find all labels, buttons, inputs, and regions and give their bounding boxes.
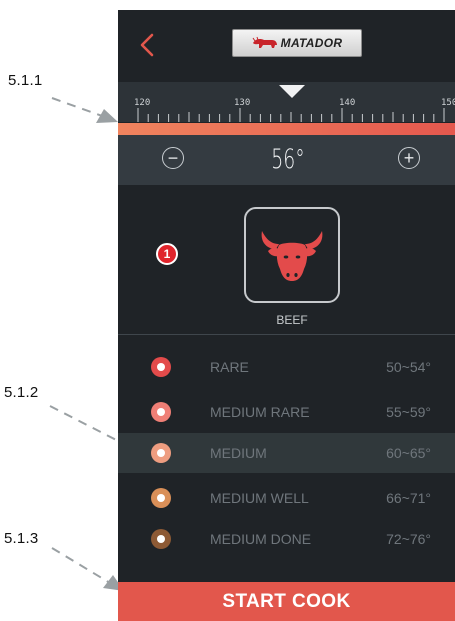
ruler-label-150: 150 [441, 98, 455, 108]
doneness-range: 55~59° [386, 404, 431, 420]
temperature-ruler[interactable] [118, 82, 455, 122]
increase-temp-button[interactable]: + [398, 147, 420, 169]
doneness-range: 50~54° [386, 359, 431, 375]
doneness-item[interactable]: MEDIUM WELL 66~71° [118, 478, 455, 518]
doneness-range: 72~76° [386, 531, 431, 547]
decrease-temp-button[interactable]: − [162, 147, 184, 169]
doneness-name: MEDIUM [210, 445, 267, 461]
doneness-name: MEDIUM WELL [210, 490, 309, 506]
brand-name: MATADOR [280, 36, 343, 50]
doneness-range: 60~65° [386, 445, 431, 461]
doneness-name: RARE [210, 359, 249, 375]
doneness-color-icon [151, 529, 171, 549]
phone-screen: MATADOR 120 130 140 150 − 56° + 1 BEEF R… [118, 10, 455, 621]
start-cook-button[interactable]: START COOK [118, 582, 455, 621]
brand-logo: MATADOR [232, 29, 362, 57]
doneness-item[interactable]: MEDIUM DONE 72~76° [118, 519, 455, 559]
ruler-label-120: 120 [134, 98, 151, 108]
ruler-gradient-bar [118, 123, 455, 135]
doneness-name: MEDIUM RARE [210, 404, 310, 420]
doneness-item[interactable]: MEDIUM RARE 55~59° [118, 392, 455, 432]
arrow-5-1-2 [49, 405, 129, 447]
doneness-color-icon [151, 443, 171, 463]
temperature-value: 56° [271, 144, 305, 175]
doneness-color-icon [151, 402, 171, 422]
doneness-name: MEDIUM DONE [210, 531, 312, 547]
doneness-color-icon [151, 488, 171, 508]
arrow-5-1-1 [51, 97, 106, 118]
step-badge: 1 [156, 243, 178, 265]
bull-icon [252, 36, 277, 48]
triangle-down-icon [279, 85, 305, 98]
ruler-label-130: 130 [234, 98, 251, 108]
doneness-item[interactable]: RARE 50~54° [118, 347, 455, 387]
section-divider [118, 334, 455, 335]
doneness-color-icon [151, 357, 171, 377]
app-header: MATADOR [118, 10, 455, 82]
doneness-item[interactable]: MEDIUM 60~65° [118, 433, 455, 473]
bull-head-icon [261, 231, 323, 281]
ruler-label-140: 140 [339, 98, 356, 108]
chevron-left-icon [140, 33, 154, 57]
arrow-5-1-3 [51, 547, 111, 584]
doneness-range: 66~71° [386, 490, 431, 506]
back-button[interactable] [136, 30, 160, 60]
meat-card-beef[interactable] [244, 207, 340, 303]
meat-label: BEEF [276, 313, 308, 327]
